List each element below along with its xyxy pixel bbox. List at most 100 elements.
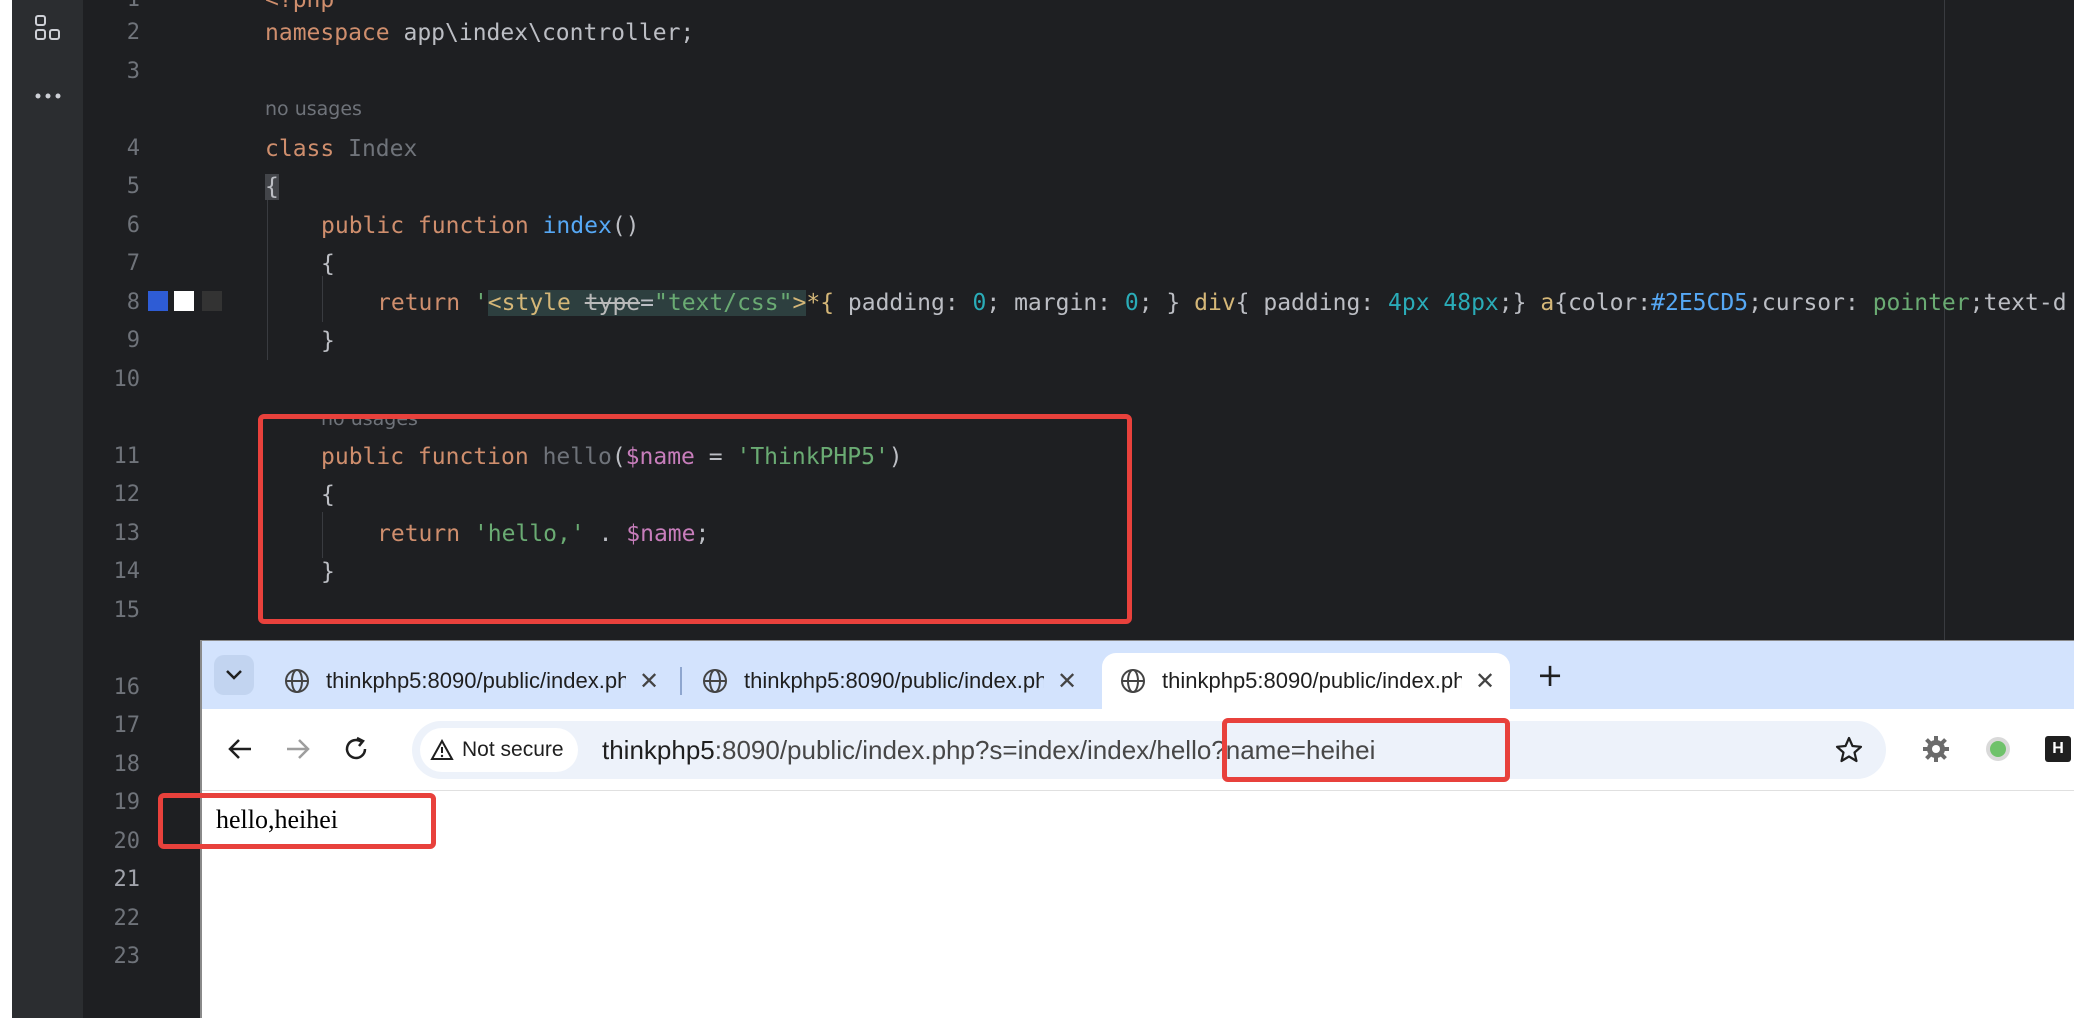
close-tab-icon[interactable]: ✕ — [1470, 667, 1500, 696]
line-number: 15 — [113, 598, 141, 623]
css-text: padding: — [834, 290, 973, 316]
reload-icon — [345, 736, 367, 760]
css-text: ; } — [1138, 290, 1195, 316]
css-value: pointer — [1872, 290, 1970, 316]
tab-separator — [680, 667, 682, 695]
more-icon[interactable] — [32, 80, 64, 112]
code-line-7: { — [321, 251, 335, 277]
highlight-box-output — [158, 793, 436, 849]
usages-hint[interactable]: no usages — [265, 94, 362, 124]
css-selector: div — [1194, 290, 1236, 316]
line-number: 18 — [113, 752, 141, 777]
css-text: ; margin: — [986, 290, 1125, 316]
forward-button[interactable] — [278, 729, 318, 769]
color-swatch-dark[interactable] — [202, 291, 222, 311]
line-number: 10 — [113, 367, 141, 392]
keyword: public function — [321, 213, 529, 239]
css-number: 4px 48px — [1388, 290, 1499, 316]
code-line-6: public function index() — [321, 207, 640, 245]
line-number: 4 — [126, 136, 140, 161]
class-name: Index — [334, 136, 418, 162]
window-edge — [0, 0, 12, 1018]
line-number: 19 — [113, 790, 141, 815]
namespace-path: app\index\controller; — [389, 20, 695, 46]
line-number: 7 — [126, 251, 140, 276]
extension-status-icon[interactable] — [1978, 729, 2018, 769]
warning-icon — [430, 739, 454, 760]
browser-toolbar: Not secure thinkphp5:8090/public/index.p… — [202, 709, 2074, 791]
css-selector: *{ — [806, 290, 835, 316]
css-text: ;text-d — [1969, 290, 2067, 316]
color-swatch-white[interactable] — [174, 291, 194, 311]
keyword: namespace — [265, 20, 390, 46]
url-host: thinkphp5 — [602, 735, 715, 765]
tab-title: thinkphp5:8090/public/index.php?s=index/… — [744, 668, 1044, 693]
color-swatch-blue[interactable] — [148, 291, 168, 311]
html-tag: <style — [487, 290, 571, 316]
code-line-4: class Index — [265, 130, 417, 168]
browser-window: thinkphp5:8090/public/index.php?s=index/… — [200, 640, 2074, 1018]
equals: = — [640, 290, 654, 316]
new-tab-button[interactable]: + — [1532, 657, 1568, 693]
reload-button[interactable] — [336, 729, 376, 769]
highlight-box-query-param — [1222, 718, 1510, 782]
tab-title: thinkphp5:8090/public/index.php?s=index/… — [326, 668, 626, 693]
line-number: 14 — [113, 559, 141, 584]
parens: () — [611, 213, 640, 239]
line-number: 12 — [113, 482, 141, 507]
tab-1[interactable]: thinkphp5:8090/public/index.php?s=index/… — [266, 653, 666, 709]
line-number: 2 — [126, 20, 140, 45]
tab-3-active[interactable]: thinkphp5:8090/public/index.php?s=index/… — [1102, 653, 1510, 709]
security-chip[interactable]: Not secure — [420, 728, 578, 772]
code-line-2: namespace app\index\controller; — [265, 14, 694, 52]
line-number: 5 — [126, 174, 140, 199]
line-number: 22 — [113, 906, 141, 931]
css-text: { padding: — [1235, 290, 1388, 316]
css-number: 0 — [1124, 290, 1139, 316]
css-number: 0 — [972, 290, 987, 316]
line-number: 8 — [126, 290, 140, 315]
structure-icon[interactable] — [32, 12, 64, 44]
back-button[interactable] — [220, 729, 260, 769]
code-line-8: return '<style type="text/css">*{ paddin… — [377, 284, 2067, 322]
line-number: 17 — [113, 713, 141, 738]
tab-2[interactable]: thinkphp5:8090/public/index.php?s=index/… — [684, 653, 1084, 709]
address-bar[interactable]: Not secure thinkphp5:8090/public/index.p… — [412, 721, 1886, 779]
line-number: 6 — [126, 213, 140, 238]
line-number: 3 — [126, 59, 140, 84]
keyword: class — [265, 136, 335, 162]
tab-title: thinkphp5:8090/public/index.php?s=index/… — [1162, 668, 1462, 693]
line-number: 13 — [113, 521, 141, 546]
line-number: 16 — [113, 675, 141, 700]
globe-icon — [1121, 669, 1145, 693]
arrow-right-icon — [287, 739, 310, 759]
bookmark-star-icon[interactable] — [1834, 735, 1864, 769]
highlight-box-hello-function — [258, 414, 1132, 624]
line-number: 20 — [113, 829, 141, 854]
attr-value: "text/css" — [654, 290, 793, 316]
extension-h-icon[interactable]: H — [2038, 729, 2074, 769]
keyword: return — [377, 290, 461, 316]
security-label: Not secure — [462, 738, 564, 761]
chevron-down-icon — [226, 670, 242, 680]
tool-window-strip — [12, 0, 84, 1018]
code-line-9: } — [321, 328, 335, 354]
html-tag-close: > — [792, 290, 807, 316]
arrow-left-icon — [228, 739, 251, 759]
tab-search-button[interactable] — [214, 655, 254, 695]
close-tab-icon[interactable]: ✕ — [634, 667, 664, 696]
css-color: #2E5CD5 — [1651, 290, 1749, 316]
globe-icon — [285, 669, 309, 693]
line-number: 23 — [113, 944, 141, 969]
line-number: 11 — [113, 444, 141, 469]
close-tab-icon[interactable]: ✕ — [1052, 667, 1082, 696]
line-number: 9 — [126, 328, 140, 353]
css-text: ;cursor: — [1748, 290, 1873, 316]
extension-gear-icon[interactable] — [1916, 729, 1956, 769]
globe-icon — [703, 669, 727, 693]
indent-guide — [267, 200, 268, 360]
code-line-5: { — [265, 168, 279, 206]
css-text: {color: — [1554, 290, 1652, 316]
line-number-current: 21 — [113, 867, 141, 892]
quote: ' — [460, 290, 488, 316]
